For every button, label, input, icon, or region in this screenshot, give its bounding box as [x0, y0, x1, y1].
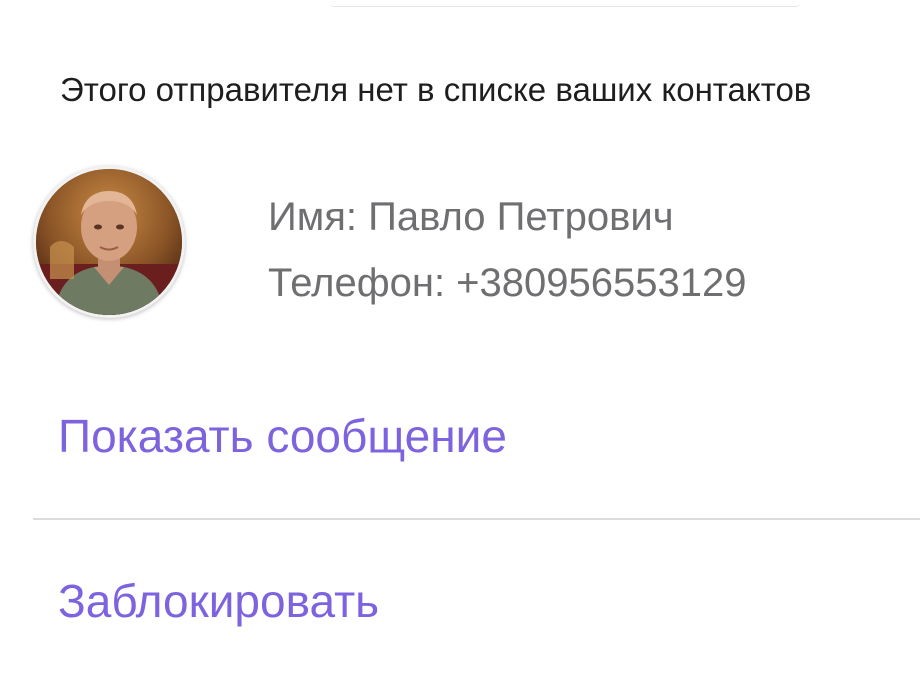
top-card-edge — [330, 0, 800, 7]
sender-info: Имя: Павло Петрович Телефон: +3809565531… — [268, 184, 746, 316]
sender-photo — [36, 169, 182, 315]
sender-name: Имя: Павло Петрович — [268, 195, 674, 239]
divider — [33, 518, 920, 520]
show-message-button[interactable]: Показать сообщение — [58, 406, 507, 466]
block-button[interactable]: Заблокировать — [58, 571, 379, 631]
sender-phone: Телефон: +380956553129 — [268, 261, 747, 305]
avatar — [33, 166, 185, 318]
unknown-sender-notice: Этого отправителя нет в списке ваших кон… — [60, 71, 812, 108]
